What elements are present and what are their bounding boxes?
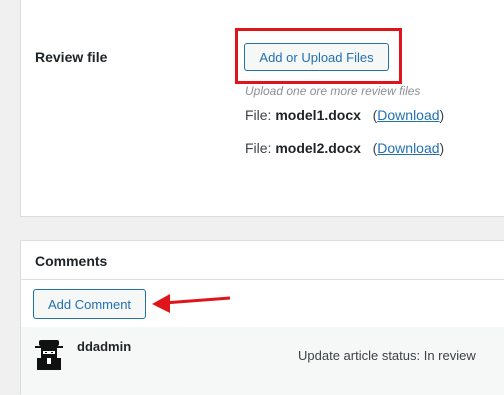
- comments-panel: Comments Add Comment ddadmin Update arti…: [20, 240, 504, 395]
- left-margin: [0, 0, 9, 394]
- file-item: File: model2.docx (Download): [245, 140, 445, 156]
- file-item: File: model1.docx (Download): [245, 107, 445, 123]
- file-prefix: File:: [245, 140, 276, 156]
- comments-divider: [21, 279, 504, 280]
- download-link[interactable]: Download: [377, 140, 439, 156]
- comments-title: Comments: [35, 253, 108, 269]
- download-link[interactable]: Download: [377, 107, 439, 123]
- comment-text: Update article status: In review: [298, 348, 476, 363]
- review-panel: Review file Add or Upload Files Upload o…: [20, 0, 504, 217]
- add-comment-button[interactable]: Add Comment: [33, 289, 146, 319]
- add-upload-files-button[interactable]: Add or Upload Files: [244, 43, 389, 71]
- file-prefix: File:: [245, 107, 276, 123]
- comment-item: ddadmin Update article status: In review: [21, 327, 504, 395]
- ninja-avatar-icon: [35, 340, 63, 370]
- file-name: model1.docx: [275, 107, 361, 123]
- comment-author: ddadmin: [77, 339, 132, 354]
- red-arrow-icon: [152, 294, 231, 313]
- review-file-label: Review file: [35, 49, 108, 65]
- file-name: model2.docx: [275, 140, 361, 156]
- upload-hint: Upload one ore more review files: [245, 84, 421, 98]
